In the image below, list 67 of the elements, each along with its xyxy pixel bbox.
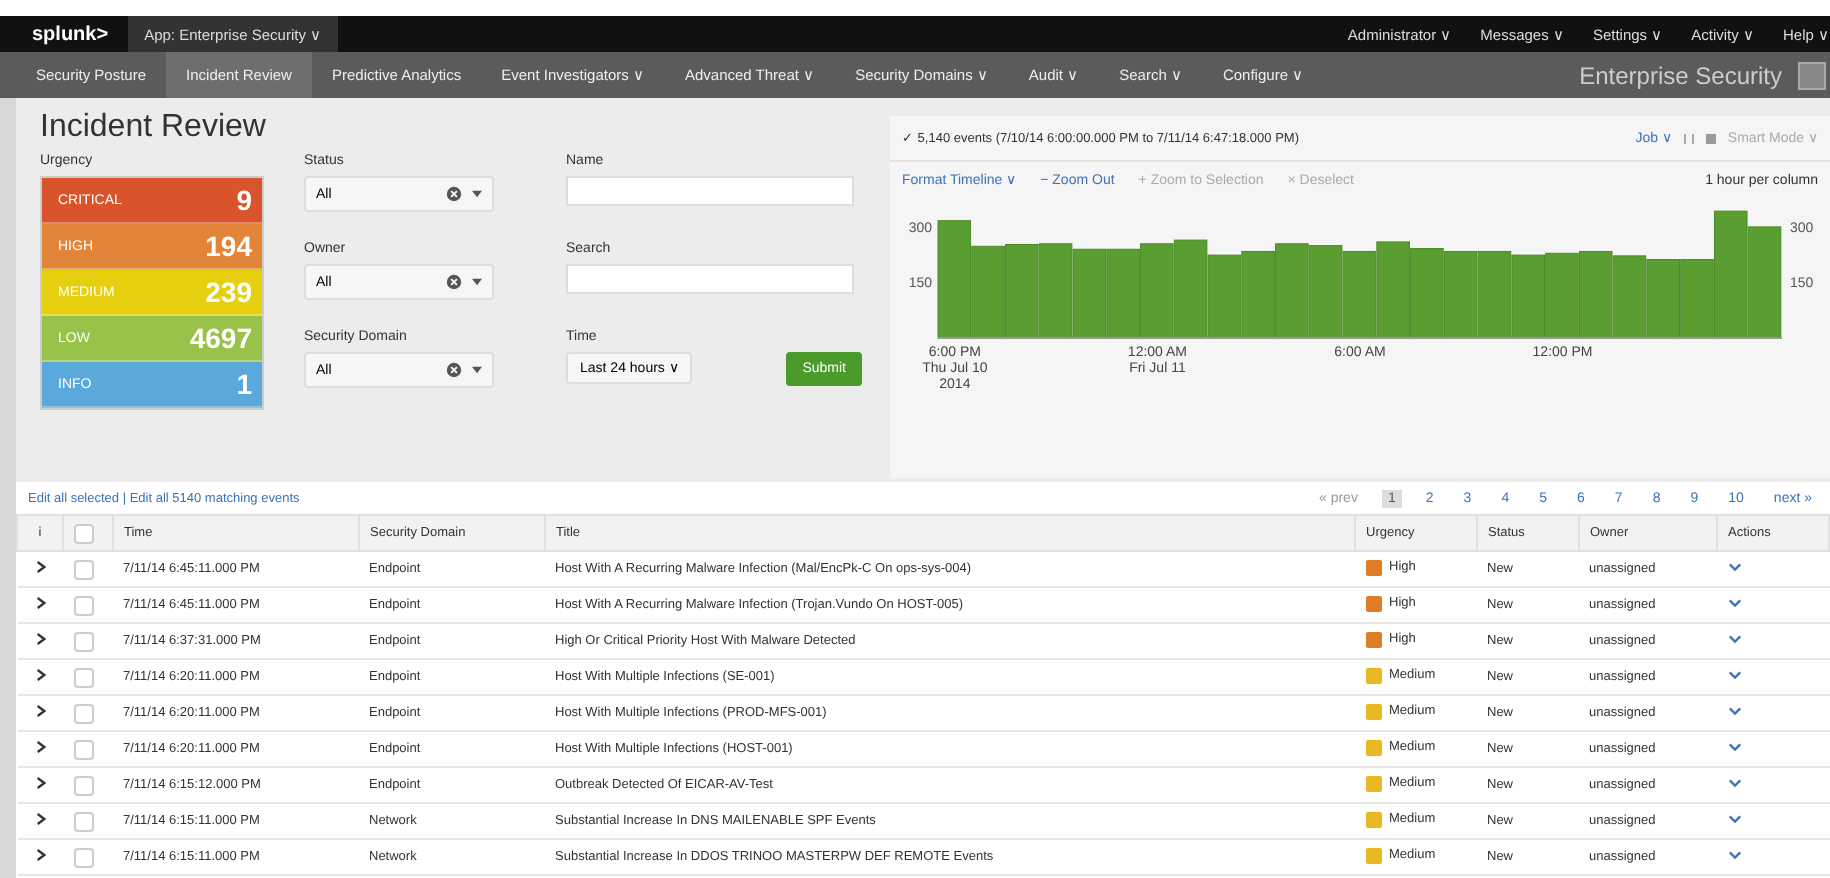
timeline-bar[interactable] xyxy=(1241,250,1275,339)
clear-icon[interactable] xyxy=(446,274,462,290)
timeline-bar[interactable] xyxy=(1038,243,1073,339)
checkbox[interactable] xyxy=(73,595,93,615)
expand-icon[interactable] xyxy=(35,560,45,574)
chevron-icon[interactable] xyxy=(1727,670,1741,680)
checkbox[interactable] xyxy=(73,847,93,867)
checkbox[interactable] xyxy=(73,559,93,579)
timeline-bar[interactable] xyxy=(1106,248,1140,339)
timeline-bar[interactable] xyxy=(1680,259,1714,339)
expand-icon[interactable] xyxy=(35,776,45,790)
caret-icon xyxy=(472,366,482,374)
expand-icon[interactable] xyxy=(35,668,45,682)
chevron-icon[interactable] xyxy=(1727,742,1741,752)
checkbox[interactable] xyxy=(73,775,93,795)
timeline-bar[interactable] xyxy=(1410,248,1444,339)
checkbox[interactable] xyxy=(73,703,93,723)
chevron-icon[interactable] xyxy=(1727,850,1741,860)
chevron-icon[interactable] xyxy=(1727,598,1741,608)
square-icon[interactable] xyxy=(1798,61,1826,89)
timeline-bar[interactable] xyxy=(1072,248,1107,339)
timeline-bar[interactable] xyxy=(1376,241,1410,339)
expand-icon[interactable] xyxy=(35,704,45,718)
timeline-bar[interactable] xyxy=(1747,226,1782,339)
timeline-bar[interactable] xyxy=(1308,245,1343,339)
timeline-bar[interactable] xyxy=(1612,255,1647,339)
chevron-icon[interactable] xyxy=(1727,706,1741,716)
chevron-icon[interactable] xyxy=(1727,814,1741,824)
timeline-bar[interactable] xyxy=(1443,250,1478,339)
checkbox[interactable] xyxy=(73,631,93,651)
timeline-bar[interactable] xyxy=(937,220,972,339)
timeline-bar[interactable] xyxy=(1275,243,1309,339)
timeline-bar[interactable] xyxy=(1005,244,1039,339)
pause-icon[interactable] xyxy=(1683,133,1694,143)
caret-icon xyxy=(472,190,482,198)
timeline-bar[interactable] xyxy=(1646,259,1680,339)
expand-icon[interactable] xyxy=(35,632,45,646)
timeline-bar[interactable] xyxy=(1207,254,1242,339)
checkbox[interactable] xyxy=(73,667,93,687)
chevron-icon[interactable] xyxy=(1727,634,1741,644)
page-title: Incident Review xyxy=(40,110,268,146)
expand-icon[interactable] xyxy=(35,740,45,754)
timeline-bar[interactable] xyxy=(1545,252,1579,339)
timeline-bar[interactable] xyxy=(1511,254,1545,339)
checkbox[interactable] xyxy=(74,523,94,543)
timeline-bar[interactable] xyxy=(1714,210,1748,339)
caret-icon xyxy=(472,278,482,286)
timeline-bar[interactable] xyxy=(1140,243,1174,339)
timeline-bar[interactable] xyxy=(1342,250,1377,339)
checkbox[interactable] xyxy=(73,811,93,831)
stop-icon[interactable] xyxy=(1705,133,1716,143)
expand-icon[interactable] xyxy=(35,596,45,610)
chevron-icon[interactable] xyxy=(1727,562,1741,572)
text-field[interactable] xyxy=(566,176,854,206)
app-name: Enterprise Security xyxy=(1579,61,1782,89)
text-field[interactable] xyxy=(566,264,854,294)
checkbox[interactable] xyxy=(73,739,93,759)
clear-icon[interactable] xyxy=(446,186,462,202)
clear-icon[interactable] xyxy=(446,362,462,378)
timeline-bar[interactable] xyxy=(1477,250,1512,339)
timeline-bar[interactable] xyxy=(971,245,1005,339)
timeline-bar[interactable] xyxy=(1578,250,1613,339)
timeline-bar[interactable] xyxy=(1173,239,1208,339)
expand-icon[interactable] xyxy=(35,812,45,826)
splunk-logo[interactable]: splunk> xyxy=(32,23,109,45)
chevron-icon[interactable] xyxy=(1727,778,1741,788)
expand-icon[interactable] xyxy=(35,848,45,862)
